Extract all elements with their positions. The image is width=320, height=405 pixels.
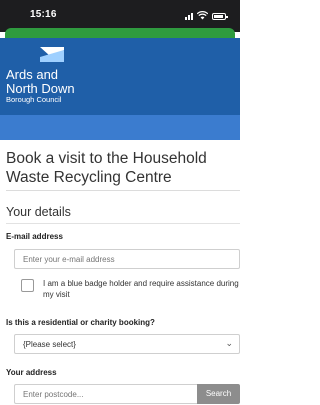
status-time: 15:16 <box>30 9 57 20</box>
title-divider <box>6 190 240 191</box>
site-header: Ards and North Down Borough Council <box>0 38 240 115</box>
section-divider <box>6 223 240 224</box>
wifi-icon <box>197 11 208 20</box>
status-icons <box>185 10 228 20</box>
chevron-down-icon: ⌄ <box>225 338 233 348</box>
email-field[interactable] <box>14 249 240 269</box>
cellular-signal-icon <box>185 12 193 20</box>
nav-band <box>0 115 240 140</box>
page-title: Book a visit to the Household Waste Recy… <box>6 150 207 186</box>
battery-icon <box>212 13 228 20</box>
booking-type-selected: {Please select} <box>23 340 76 349</box>
council-name-line1: Ards and <box>6 67 59 82</box>
council-subtitle: Borough Council <box>6 95 62 104</box>
blue-badge-label: I am a blue badge holder and require ass… <box>43 279 239 299</box>
council-name-line2: North Down <box>6 80 75 96</box>
address-label: Your address <box>6 368 57 377</box>
council-logo-icon <box>40 47 64 62</box>
booking-type-label: Is this a residential or charity booking… <box>6 318 155 327</box>
search-button[interactable]: Search <box>197 384 240 404</box>
email-label: E-mail address <box>6 232 63 241</box>
postcode-input[interactable] <box>14 384 197 404</box>
section-title: Your details <box>6 205 71 219</box>
booking-type-select[interactable]: {Please select} ⌄ <box>14 334 240 354</box>
council-name[interactable]: Ards and North Down <box>6 68 75 95</box>
blue-badge-checkbox[interactable] <box>21 279 34 292</box>
